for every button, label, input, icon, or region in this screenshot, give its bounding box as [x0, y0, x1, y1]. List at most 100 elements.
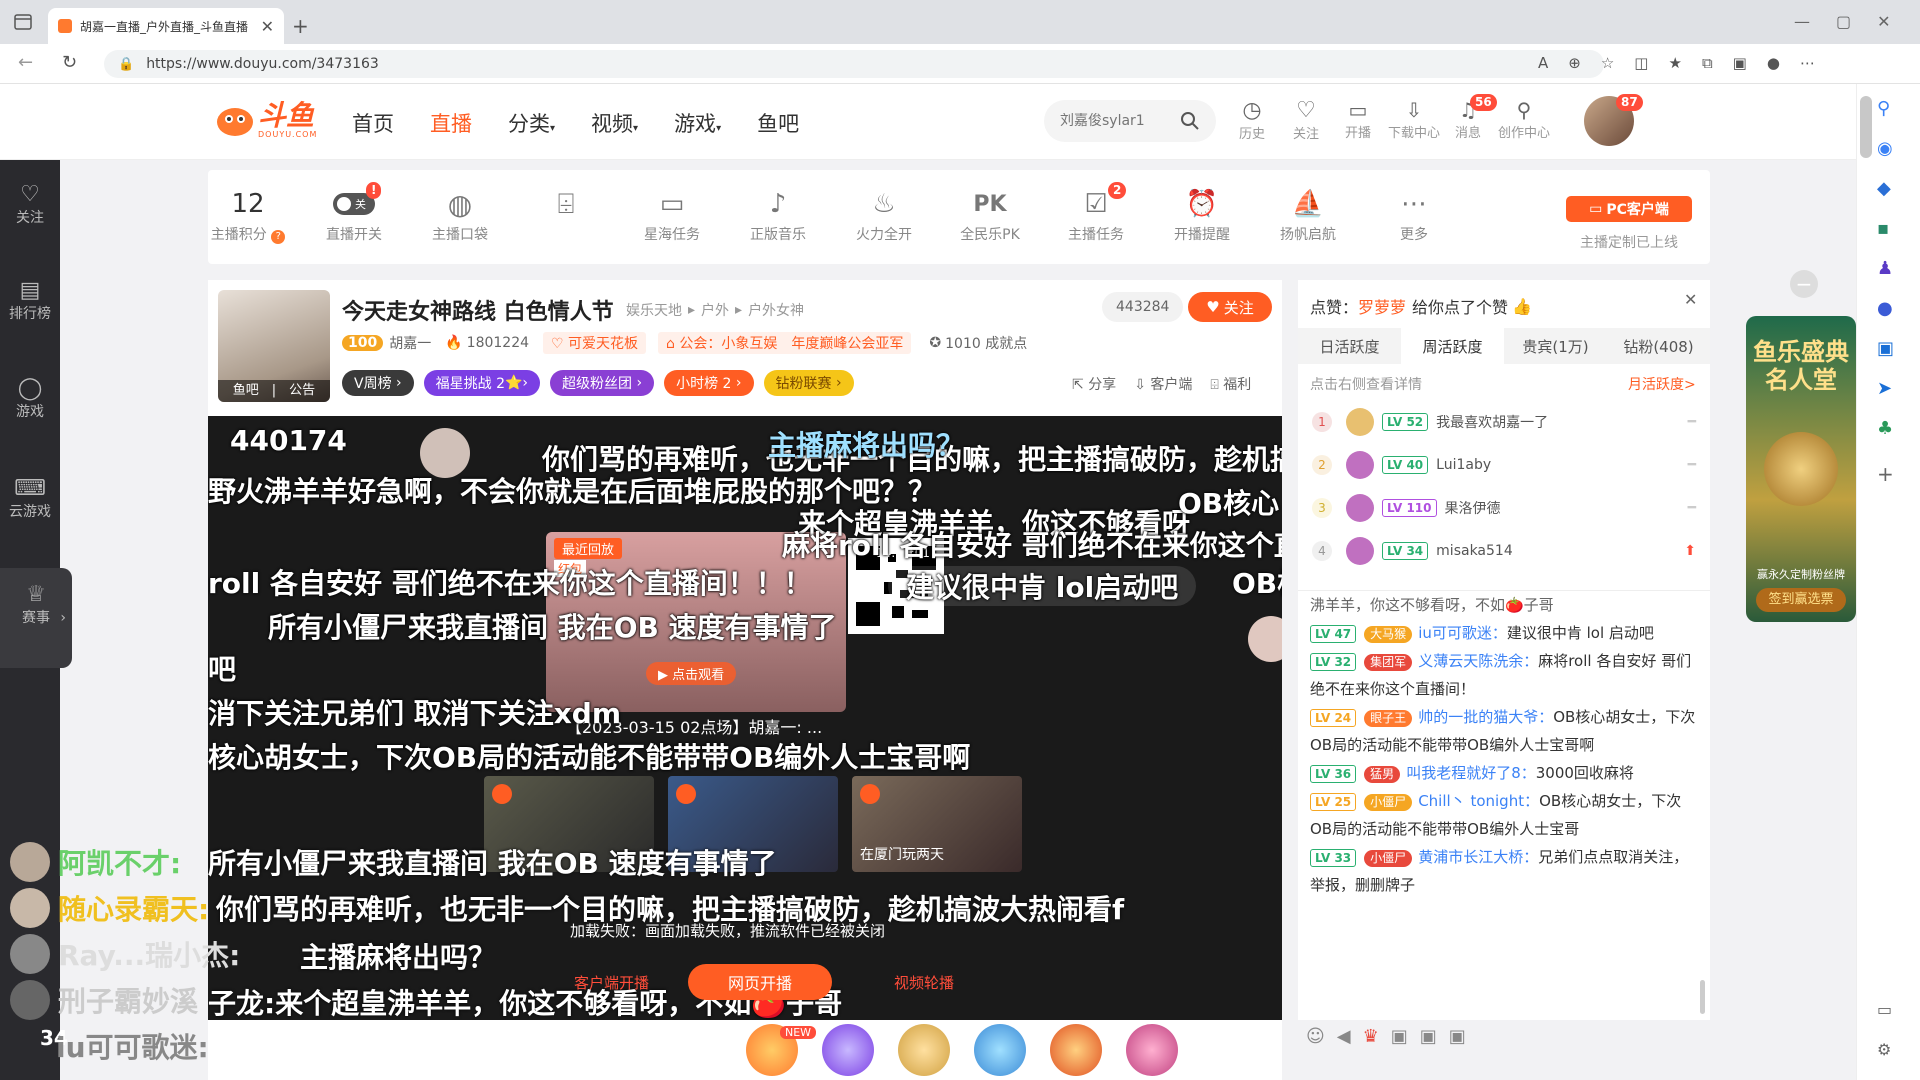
chat-list[interactable]: 沸羊羊，你这不够看呀，不如🍅子哥 LV 47 大马猴 iu可可歌迷：建议很中肯 lo…	[1298, 590, 1710, 954]
close-icon[interactable]: ✕	[1684, 290, 1697, 309]
shopping-icon[interactable]: ◆	[1877, 178, 1891, 199]
zoom-icon[interactable]: ⊕	[1568, 54, 1581, 72]
tool-reminder[interactable]: ⏰ 开播提醒	[1162, 184, 1242, 244]
gift-icon[interactable]	[1050, 1024, 1102, 1076]
sidebar-item-ranking[interactable]: ▤ 排行榜	[0, 278, 60, 323]
streamer-name[interactable]: 胡嘉一	[389, 333, 431, 353]
favorites-bar-icon[interactable]: ★	[1668, 54, 1681, 72]
collapse-icon[interactable]: −	[1790, 270, 1818, 298]
split-icon[interactable]: ◫	[1634, 54, 1648, 72]
tool-more[interactable]: ⋯ 更多	[1374, 184, 1454, 244]
tool-pocket[interactable]: ◍ 主播口袋	[420, 184, 500, 244]
tab-daily[interactable]: 日活跃度	[1298, 328, 1401, 364]
chat-scrollbar[interactable]	[1700, 980, 1705, 1014]
search-icon[interactable]: ⚲	[1877, 98, 1890, 119]
nav-category[interactable]: 分类▾	[508, 108, 555, 138]
manage-icon[interactable]: ▣	[1420, 1026, 1437, 1047]
streamer-cover[interactable]: 鱼吧 | 公告	[218, 290, 330, 402]
search-input[interactable]	[1060, 113, 1170, 129]
tool-star-task[interactable]: ▭ 星海任务	[632, 184, 712, 244]
back-icon[interactable]: ←	[18, 52, 33, 73]
nav-games[interactable]: 游戏▾	[674, 108, 721, 138]
sidebar-layout-icon[interactable]: ▭	[1877, 1000, 1892, 1019]
hall-of-fame-banner[interactable]: 鱼乐盛典名人堂 赢永久定制粉丝牌 签到赢选票	[1746, 316, 1856, 622]
header-messages[interactable]: ♫ 消息 56	[1440, 94, 1497, 141]
gift-icon[interactable]	[898, 1024, 950, 1076]
tab-close-icon[interactable]: ✕	[261, 17, 274, 36]
tool-pk[interactable]: PK 全民乐PK	[950, 184, 1030, 244]
gift-icon[interactable]	[1126, 1024, 1178, 1076]
rank-row[interactable]: 4 LV 34 misaka514 ⬆	[1298, 529, 1710, 572]
achievements[interactable]: 1010 成就点	[945, 333, 1027, 353]
gift-icon[interactable]	[822, 1024, 874, 1076]
pc-client-button[interactable]: ▭ PC客户端	[1566, 196, 1692, 222]
sidebar-item-follow[interactable]: ♡ 关注	[0, 182, 60, 227]
games-icon[interactable]: ♟	[1877, 258, 1893, 279]
nav-home[interactable]: 首页	[352, 108, 394, 138]
add-icon[interactable]: +	[1877, 462, 1894, 486]
client-broadcast-link[interactable]: 客户端开播	[574, 972, 649, 993]
rank-row[interactable]: 1 LV 52 我最喜欢胡嘉一了 ━	[1298, 400, 1710, 443]
tool-gift[interactable]: ⌹	[526, 184, 606, 224]
guild-info[interactable]: ⌂ 公会：小象互娱 年度巅峰公会亚军	[658, 332, 912, 354]
url-field[interactable]: 🔒 https://www.douyu.com/3473163	[104, 50, 1604, 78]
gift-icon[interactable]	[974, 1024, 1026, 1076]
tree-icon[interactable]: ♣	[1877, 418, 1893, 439]
copilot-icon[interactable]: ◉	[1877, 138, 1893, 159]
client-action[interactable]: ⇩ 客户端	[1134, 374, 1192, 394]
browser-tab[interactable]: 胡嘉一直播_户外直播_斗鱼直播 ✕	[48, 8, 284, 44]
menu-icon[interactable]: ⋯	[1800, 54, 1815, 72]
rank-row[interactable]: 3 LV 110 果洛伊德 ━	[1298, 486, 1710, 529]
sidebar-item-events[interactable]: ♕ 赛事 ›	[0, 568, 72, 668]
emoji-icon[interactable]: ☺	[1306, 1026, 1325, 1047]
search-box[interactable]	[1044, 100, 1216, 142]
follow-button[interactable]: ♥ 关注	[1188, 292, 1272, 322]
chip-vweek[interactable]: V周榜 ›	[342, 370, 414, 396]
outlook-icon[interactable]: ▣	[1877, 338, 1894, 359]
read-aloud-icon[interactable]: A	[1538, 54, 1548, 72]
badge-icon[interactable]: ▣	[1449, 1026, 1466, 1047]
welfare-action[interactable]: ⌹ 福利	[1210, 374, 1251, 394]
tool-live-switch[interactable]: 关 直播开关 !	[314, 182, 394, 244]
tool-sail[interactable]: ⛵ 扬帆启航	[1268, 184, 1348, 244]
header-broadcast[interactable]: ▭ 开播	[1330, 98, 1386, 141]
sidebar-item-games[interactable]: ◯ 游戏	[0, 376, 60, 421]
chip-lucky[interactable]: 福星挑战 2 ⭐›	[423, 370, 541, 396]
room-tag[interactable]: ♡ 可爱天花板	[543, 332, 647, 354]
window-controls[interactable]: —▢✕	[1794, 12, 1917, 31]
tab-weekly[interactable]: 周活跃度	[1401, 328, 1504, 364]
video-player[interactable]: 最近回放 红包 ▶ 点击观看 14:30:01 【2023-03-15 02点场…	[208, 416, 1282, 1020]
douyu-logo[interactable]: 斗鱼 DOUYU.COM	[214, 100, 317, 140]
header-history[interactable]: ◷ 历史	[1224, 98, 1280, 142]
tool-fire[interactable]: ♨ 火力全开	[844, 184, 924, 244]
nav-video[interactable]: 视频▾	[591, 108, 638, 138]
send-icon[interactable]: ➤	[1877, 378, 1892, 399]
chip-hourly[interactable]: 小时榜 2 ›	[664, 370, 754, 396]
monthly-link[interactable]: 月活跃度>	[1628, 374, 1696, 394]
tab-diamond[interactable]: 钻粉(408)	[1607, 328, 1710, 364]
gear-icon[interactable]: ⚙	[1877, 1040, 1891, 1059]
tab-actions-icon[interactable]	[14, 14, 32, 30]
cover-tabs[interactable]: 鱼吧 | 公告	[218, 380, 330, 402]
tool-anchor-task[interactable]: ☑ 主播任务 2	[1056, 182, 1136, 244]
tools-icon[interactable]: ▪	[1877, 218, 1889, 239]
web-broadcast-button[interactable]: 网页开播	[688, 964, 832, 1000]
refresh-icon[interactable]: ↻	[62, 52, 77, 73]
header-creator[interactable]: ⚲ 创作中心	[1494, 98, 1554, 141]
m365-icon[interactable]: ●	[1877, 298, 1893, 319]
banner-button[interactable]: 签到赢选票	[1756, 588, 1846, 612]
watch-button[interactable]: ▶ 点击观看	[646, 662, 737, 685]
tool-music[interactable]: ♪ 正版音乐	[738, 184, 818, 244]
browser-toolbar-icons[interactable]: A ⊕ ☆ ◫ ★ ⧉ ▣ ● ⋯	[1538, 54, 1815, 72]
replay-thumb-3[interactable]: 在厦门玩两天	[852, 776, 1022, 872]
header-follow[interactable]: ♡ 关注	[1278, 98, 1334, 142]
extension-icon[interactable]: ▣	[1733, 54, 1747, 72]
favorite-icon[interactable]: ☆	[1601, 54, 1614, 72]
speaker-icon[interactable]: ◀	[1337, 1026, 1351, 1047]
nav-live[interactable]: 直播	[430, 108, 472, 138]
new-tab-icon[interactable]: +	[292, 14, 309, 38]
video-carousel-link[interactable]: 视频轮播	[894, 972, 954, 993]
chip-superfan[interactable]: 超级粉丝团 ›	[550, 370, 655, 396]
profile-icon[interactable]: ●	[1767, 54, 1780, 72]
chip-diamond[interactable]: 钻粉联赛 ›	[763, 370, 854, 396]
